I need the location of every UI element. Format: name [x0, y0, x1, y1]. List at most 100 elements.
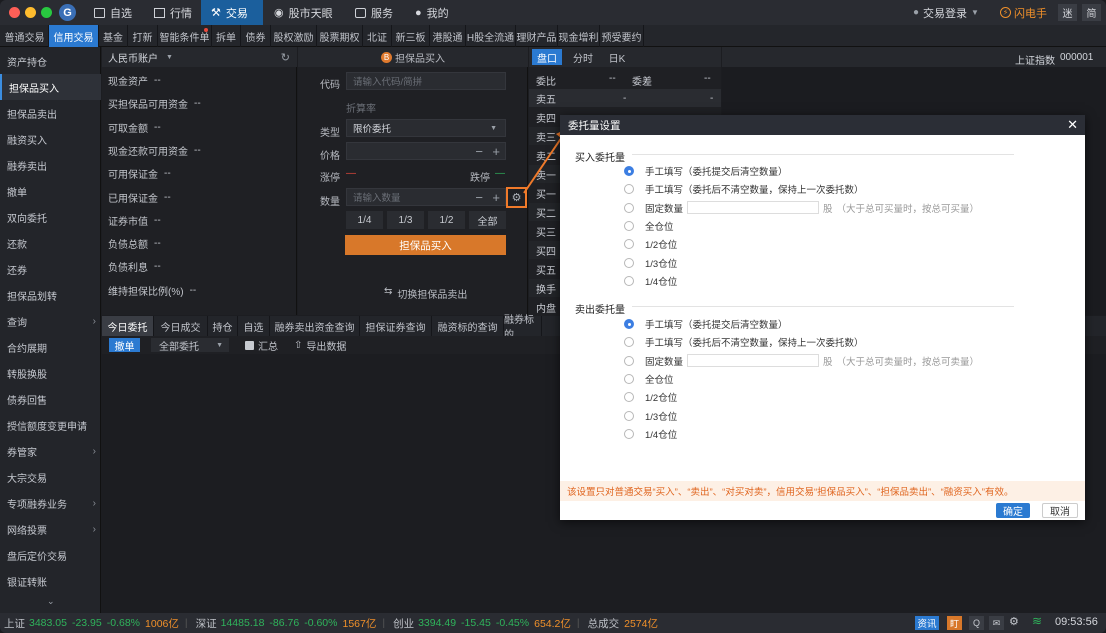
fraction-third-button[interactable]: 1/3 [387, 211, 424, 229]
bottom-tab-2[interactable]: 持仓 [208, 316, 238, 336]
flash-trade-button[interactable]: ⚡ 闪电手 [1000, 0, 1047, 25]
sidebar-item-7[interactable]: 还款 [0, 230, 101, 256]
sell-option-0[interactable]: 手工填写（委托提交后清空数量） [624, 316, 788, 332]
sell-option-1[interactable]: 手工填写（委托后不清空数量，保持上一次委托数） [624, 334, 864, 350]
trade-login-button[interactable]: ● 交易登录 ▼ [913, 0, 979, 25]
tab-13[interactable]: 理财产品 [516, 25, 558, 47]
account-selector[interactable]: 人民币账户 ▼ ↻ [102, 47, 297, 67]
stock-code-input[interactable]: 请输入代码/简拼 [346, 72, 506, 90]
buy-option-2[interactable]: 固定数量 股（大于总可买量时，按总可买量） [624, 200, 979, 216]
bottom-tab-7[interactable]: 融券标的 [504, 315, 542, 341]
sidebar-item-1[interactable]: 担保品买入 [0, 74, 101, 100]
scroll-down-chevron-icon[interactable]: ⌄ [47, 596, 55, 607]
tab-14[interactable]: 现金增利 [558, 25, 600, 47]
radio-icon[interactable] [624, 428, 634, 439]
sidebar-item-12[interactable]: 转股换股 [0, 360, 101, 386]
radio-icon[interactable] [624, 373, 634, 384]
minimize-window-button[interactable] [25, 7, 36, 18]
sidebar-item-18[interactable]: 网络投票 › [0, 516, 101, 542]
order-type-select[interactable]: 限价委托 ▼ [346, 119, 506, 137]
tab-1[interactable]: 信用交易 [49, 25, 99, 47]
nav-mine[interactable]: ● 我的 [405, 0, 459, 25]
mail-icon[interactable]: ✉ [989, 616, 1004, 630]
radio-icon[interactable] [624, 184, 634, 195]
news-button[interactable]: 资讯 [915, 616, 939, 630]
order-filter-select[interactable]: 全部委托 ▼ [151, 338, 229, 353]
tab-2[interactable]: 基金 [99, 25, 128, 47]
radio-icon[interactable] [624, 239, 634, 250]
bottom-tab-6[interactable]: 融资标的查询 [432, 316, 504, 336]
tab-intraday[interactable]: 分时 [565, 49, 601, 65]
summary-checkbox[interactable]: 汇总 [245, 338, 278, 353]
buy-option-0[interactable]: 手工填写（委托提交后清空数量） [624, 163, 788, 179]
sidebar-item-11[interactable]: 合约展期 [0, 334, 101, 360]
tab-0[interactable]: 普通交易 [1, 25, 49, 47]
close-icon[interactable]: ✕ [1067, 117, 1078, 133]
traditional-chinese-button[interactable]: 迷 [1058, 4, 1077, 21]
sidebar-item-16[interactable]: 大宗交易 [0, 464, 101, 490]
search-icon[interactable]: Q [969, 616, 984, 630]
buy-option-4[interactable]: 1/2仓位 [624, 236, 677, 252]
sidebar-item-5[interactable]: 撤单 [0, 178, 101, 204]
radio-icon[interactable] [624, 319, 634, 329]
sell-option-6[interactable]: 1/4仓位 [624, 426, 677, 442]
quantity-input[interactable]: 请输入数量 − + [346, 188, 506, 206]
submit-buy-button[interactable]: 担保品买入 [345, 235, 506, 255]
cancel-order-button[interactable]: 撤单 [109, 338, 140, 353]
buy-option-1[interactable]: 手工填写（委托后不清空数量，保持上一次委托数） [624, 181, 864, 197]
sidebar-item-13[interactable]: 债券回售 [0, 386, 101, 412]
sell-option-4[interactable]: 1/2仓位 [624, 389, 677, 405]
tab-6[interactable]: 债券 [241, 25, 271, 47]
sidebar-item-9[interactable]: 担保品划转 [0, 282, 101, 308]
sell-option-2[interactable]: 固定数量 股（大于总可卖量时，按总可卖量） [624, 353, 979, 369]
fraction-all-button[interactable]: 全部 [469, 211, 506, 229]
sidebar-item-0[interactable]: 资产持仓 [0, 48, 101, 74]
sell-fixed-quantity-input[interactable] [687, 354, 820, 368]
tab-15[interactable]: 预受要约 [600, 25, 644, 47]
quantity-decrement-button[interactable]: − [475, 190, 483, 205]
fraction-half-button[interactable]: 1/2 [428, 211, 465, 229]
fraction-quarter-button[interactable]: 1/4 [346, 211, 383, 229]
tab-orderbook[interactable]: 盘口 [532, 49, 562, 65]
radio-icon[interactable] [624, 355, 634, 366]
radio-icon[interactable] [624, 220, 634, 231]
radio-icon[interactable] [624, 410, 634, 421]
tab-3[interactable]: 打新 [128, 25, 158, 47]
radio-icon[interactable] [624, 337, 634, 348]
sidebar-item-15[interactable]: 券管家 › [0, 438, 101, 464]
sidebar-item-20[interactable]: 银证转账 [0, 568, 101, 594]
sidebar-item-2[interactable]: 担保品卖出 [0, 100, 101, 126]
sidebar-item-17[interactable]: 专项融券业务 › [0, 490, 101, 516]
radio-icon[interactable] [624, 257, 634, 268]
sidebar-item-3[interactable]: 融资买入 [0, 126, 101, 152]
buy-fixed-quantity-input[interactable] [687, 201, 820, 215]
price-increment-button[interactable]: + [492, 144, 500, 159]
switch-to-sell-link[interactable]: ⇆ 切换担保品卖出 [384, 286, 467, 301]
bottom-tab-5[interactable]: 担保证券查询 [360, 316, 432, 336]
radio-icon[interactable] [624, 166, 634, 176]
sidebar-item-6[interactable]: 双向委托 [0, 204, 101, 230]
cancel-button[interactable]: 取消 [1042, 503, 1078, 518]
bottom-tab-3[interactable]: 自选 [238, 316, 270, 336]
sidebar-item-4[interactable]: 融券卖出 [0, 152, 101, 178]
buy-option-3[interactable]: 全仓位 [624, 218, 674, 234]
simplified-chinese-button[interactable]: 简 [1082, 4, 1101, 21]
nav-service[interactable]: 服务 [345, 0, 403, 25]
sell-option-5[interactable]: 1/3仓位 [624, 408, 677, 424]
tab-7[interactable]: 股权激励 [271, 25, 317, 47]
sidebar-item-14[interactable]: 授信额度变更申请 [0, 412, 101, 438]
maximize-window-button[interactable] [41, 7, 52, 18]
nav-trade[interactable]: ⚒ 交易 [201, 0, 263, 25]
buy-option-6[interactable]: 1/4仓位 [624, 273, 677, 289]
tab-9[interactable]: 北证 [363, 25, 392, 47]
tab-8[interactable]: 股票期权 [317, 25, 363, 47]
nav-favorites[interactable]: 自选 [84, 0, 142, 25]
tab-daily-k[interactable]: 日K [603, 49, 631, 65]
close-window-button[interactable] [9, 7, 20, 18]
price-input[interactable]: − + [346, 142, 506, 160]
radio-icon[interactable] [624, 392, 634, 403]
tab-10[interactable]: 新三板 [392, 25, 430, 47]
quantity-increment-button[interactable]: + [492, 190, 500, 205]
sidebar-item-19[interactable]: 盘后定价交易 [0, 542, 101, 568]
export-data-button[interactable]: ⇧ 导出数据 [294, 338, 346, 353]
